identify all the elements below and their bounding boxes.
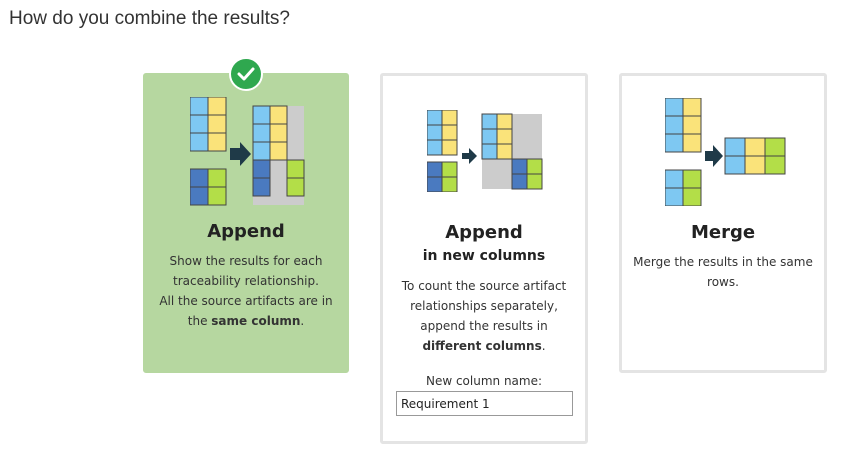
append-desc-line1: Show the results for each traceability r… — [169, 254, 323, 288]
append-desc-line2: All the source artifacts are in the same… — [155, 291, 337, 331]
selected-check-icon — [229, 57, 263, 91]
append-new-columns-desc-bold: different columns — [422, 339, 542, 353]
append-description: Show the results for each traceability r… — [155, 251, 337, 331]
merge-desc-text: Merge the results in the same rows. — [633, 255, 813, 289]
append-new-columns-desc-prefix: To count the source artifact relationshi… — [401, 279, 567, 333]
merge-illustration — [665, 98, 786, 206]
append-new-columns-title: Append — [445, 222, 523, 243]
append-new-columns-desc-period: . — [541, 339, 546, 353]
merge-description: Merge the results in the same rows. — [632, 252, 814, 292]
append-title: Append — [207, 221, 285, 242]
option-append-card[interactable]: Append Show the results for each traceab… — [143, 73, 349, 373]
new-column-name-input[interactable] — [396, 391, 573, 416]
append-new-columns-subtitle: in new columns — [422, 248, 546, 264]
append-desc-bold: same column — [211, 314, 301, 328]
append-new-columns-desc-text: To count the source artifact relationshi… — [393, 276, 575, 356]
page-title: How do you combine the results? — [9, 8, 290, 29]
merge-title: Merge — [690, 222, 756, 243]
new-column-name-label: New column name: — [425, 374, 543, 388]
append-desc-period: . — [300, 314, 305, 328]
option-merge-card[interactable]: Merge Merge the results in the same rows… — [619, 73, 827, 373]
append-new-columns-description: To count the source artifact relationshi… — [393, 276, 575, 356]
append-illustration — [190, 97, 305, 206]
option-append-new-columns-card[interactable]: Append in new columns To count the sourc… — [380, 73, 588, 444]
append-new-columns-illustration — [427, 110, 543, 192]
